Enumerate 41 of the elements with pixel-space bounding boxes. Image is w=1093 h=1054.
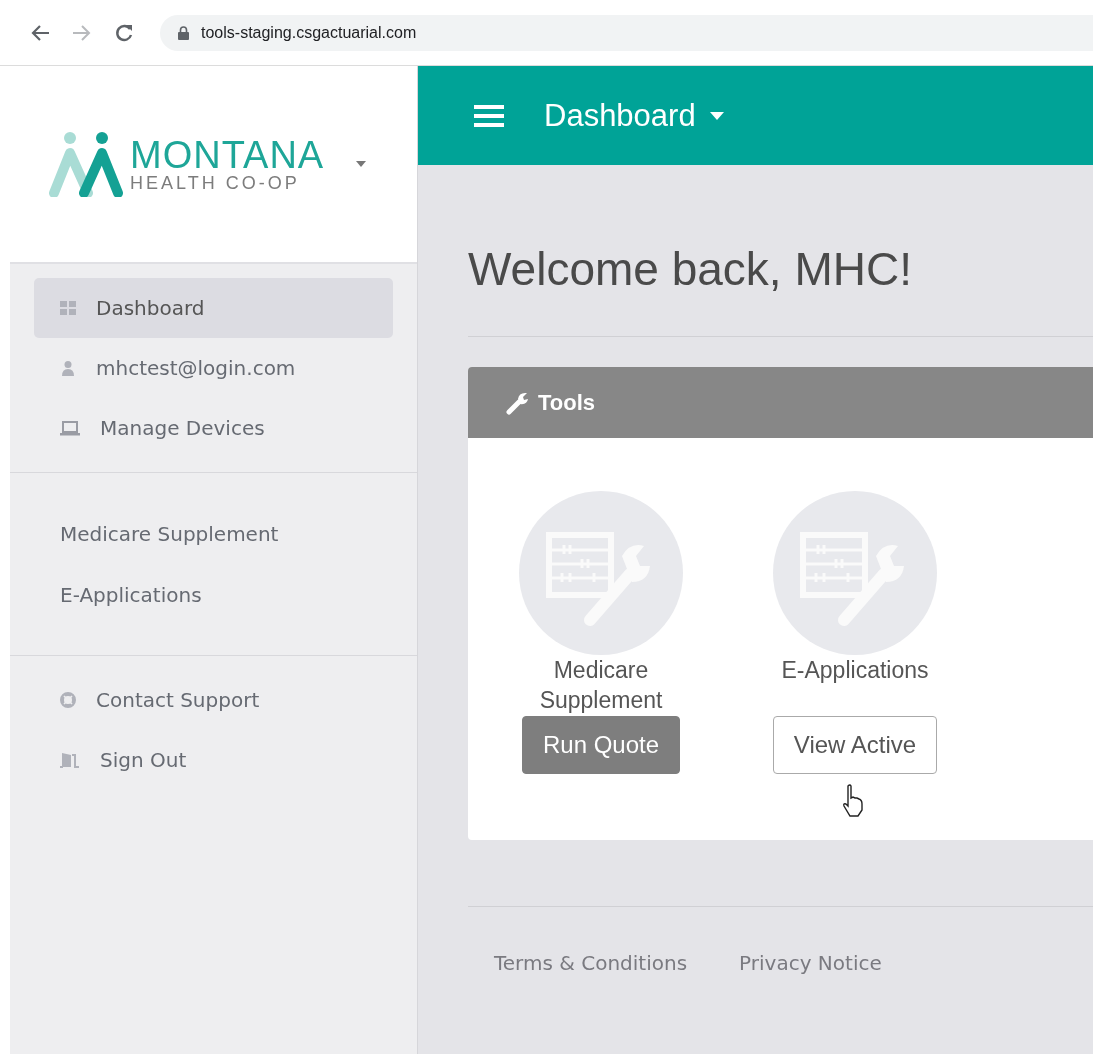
caret-icon[interactable] bbox=[356, 161, 367, 167]
sidebar-label: E-Applications bbox=[60, 582, 202, 607]
reload-button[interactable] bbox=[114, 22, 134, 43]
wrench-icon bbox=[506, 390, 530, 415]
hand-cursor-icon bbox=[842, 784, 864, 818]
menu-icon[interactable] bbox=[474, 103, 504, 128]
sidebar-label: Contact Support bbox=[96, 688, 260, 712]
laptop-icon bbox=[60, 420, 80, 436]
sidebar-item[interactable]: mhctest@login.com bbox=[34, 338, 393, 398]
sidebar-item[interactable]: E-Applications bbox=[34, 564, 393, 625]
back-button[interactable] bbox=[30, 23, 50, 42]
logo-tagline: HEALTH CO-OP bbox=[130, 174, 301, 192]
sidebar-item[interactable]: Manage Devices bbox=[34, 398, 393, 458]
sidebar-label: mhctest@login.com bbox=[96, 356, 296, 380]
sidebar-item[interactable]: Medicare Supplement bbox=[34, 503, 393, 564]
user-icon bbox=[60, 360, 76, 376]
sidebar-label: Sign Out bbox=[100, 748, 187, 772]
url-text: tools-staging.csgactuarial.com bbox=[201, 23, 417, 42]
logo-wordmark: MONTANA bbox=[130, 136, 325, 174]
sidebar-label: Medicare Supplement bbox=[60, 521, 279, 546]
lifebuoy-icon bbox=[60, 692, 76, 708]
door-exit-icon bbox=[60, 752, 80, 768]
sidebar-item[interactable]: Dashboard bbox=[34, 278, 393, 338]
tool-name: E-Applications bbox=[781, 656, 929, 685]
dashboard-dropdown[interactable]: Dashboard bbox=[544, 97, 724, 134]
footer-link[interactable]: Terms & Conditions bbox=[494, 951, 688, 975]
tool-name: Medicare Supplement bbox=[538, 656, 664, 715]
panel-title: Tools bbox=[538, 389, 596, 416]
lock-icon bbox=[178, 25, 189, 40]
view-active-button[interactable]: View Active bbox=[772, 716, 938, 774]
sidebar-item[interactable]: Sign Out bbox=[34, 730, 393, 790]
caret-icon bbox=[709, 111, 724, 120]
address-bar[interactable]: tools-staging.csgactuarial.com bbox=[160, 14, 1093, 51]
sidebar-label: Manage Devices bbox=[100, 416, 265, 440]
two-figures-logo-icon bbox=[48, 131, 124, 197]
sidebar-item[interactable]: Contact Support bbox=[34, 670, 393, 730]
footer-link[interactable]: Privacy Notice bbox=[739, 951, 882, 975]
welcome-heading: Welcome back, MHC! bbox=[468, 165, 1093, 337]
sidebar-label: Dashboard bbox=[96, 296, 205, 320]
grid-icon bbox=[60, 300, 76, 316]
run-quote-button[interactable]: Run Quote bbox=[521, 716, 681, 774]
